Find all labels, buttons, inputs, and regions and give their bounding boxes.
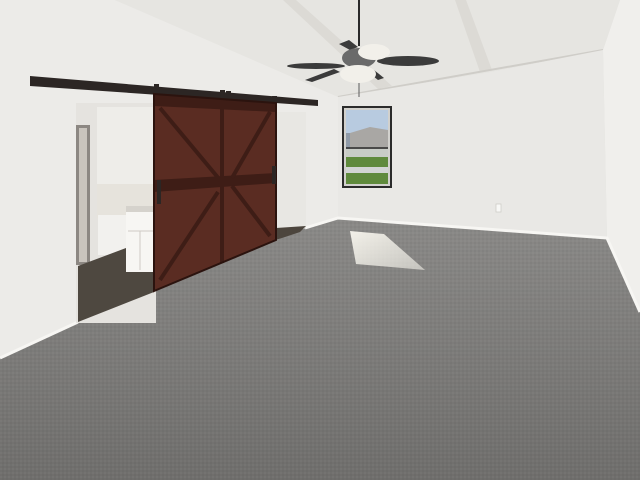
wall-outlet xyxy=(495,203,502,213)
barn-door-handle[interactable] xyxy=(272,166,276,184)
fan-blade xyxy=(287,63,345,69)
vanity-cabinet xyxy=(126,206,156,272)
fan-light xyxy=(340,65,376,83)
bathroom-opening xyxy=(76,103,156,323)
room-scene xyxy=(0,0,640,480)
room-illustration xyxy=(0,0,640,480)
window xyxy=(342,106,392,188)
fan-light xyxy=(358,44,390,60)
closet-opening xyxy=(276,112,306,238)
fan-blade xyxy=(377,56,439,66)
barn-door-handle[interactable] xyxy=(157,180,161,204)
